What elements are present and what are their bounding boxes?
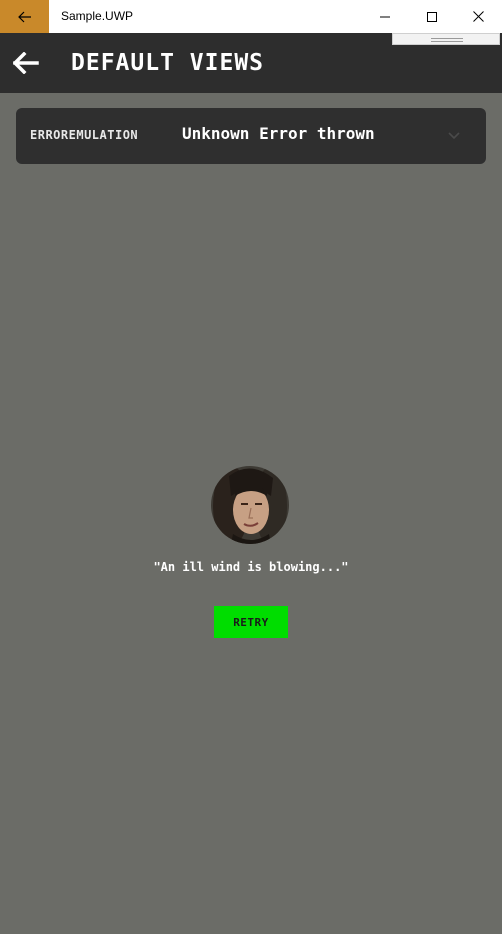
page-title: DEFAULT VIEWS xyxy=(71,50,265,76)
chevron-down-icon xyxy=(448,132,460,140)
error-emulation-label: ERROREMULATION xyxy=(30,128,139,142)
error-emulation-value: Unknown Error thrown xyxy=(182,124,375,143)
arrow-left-icon xyxy=(13,52,39,74)
window-title: Sample.UWP xyxy=(61,9,134,23)
header-back-button[interactable] xyxy=(12,49,40,77)
error-message: "An ill wind is blowing..." xyxy=(153,560,349,574)
retry-button[interactable]: RETRY xyxy=(214,606,288,638)
debug-grip-handle[interactable] xyxy=(392,33,500,45)
minimize-icon xyxy=(380,16,390,17)
close-icon xyxy=(472,11,484,22)
window-title-bar: Sample.UWP xyxy=(0,0,502,33)
titlebar-back-button[interactable] xyxy=(0,0,49,33)
close-button[interactable] xyxy=(455,0,501,33)
avatar-portrait xyxy=(211,466,289,544)
arrow-left-icon xyxy=(17,11,31,22)
minimize-button[interactable] xyxy=(362,0,408,33)
maximize-icon xyxy=(427,11,437,22)
error-emulation-dropdown[interactable]: ERROREMULATION Unknown Error thrown xyxy=(16,108,486,164)
maximize-button[interactable] xyxy=(409,0,455,33)
avatar xyxy=(211,466,289,544)
